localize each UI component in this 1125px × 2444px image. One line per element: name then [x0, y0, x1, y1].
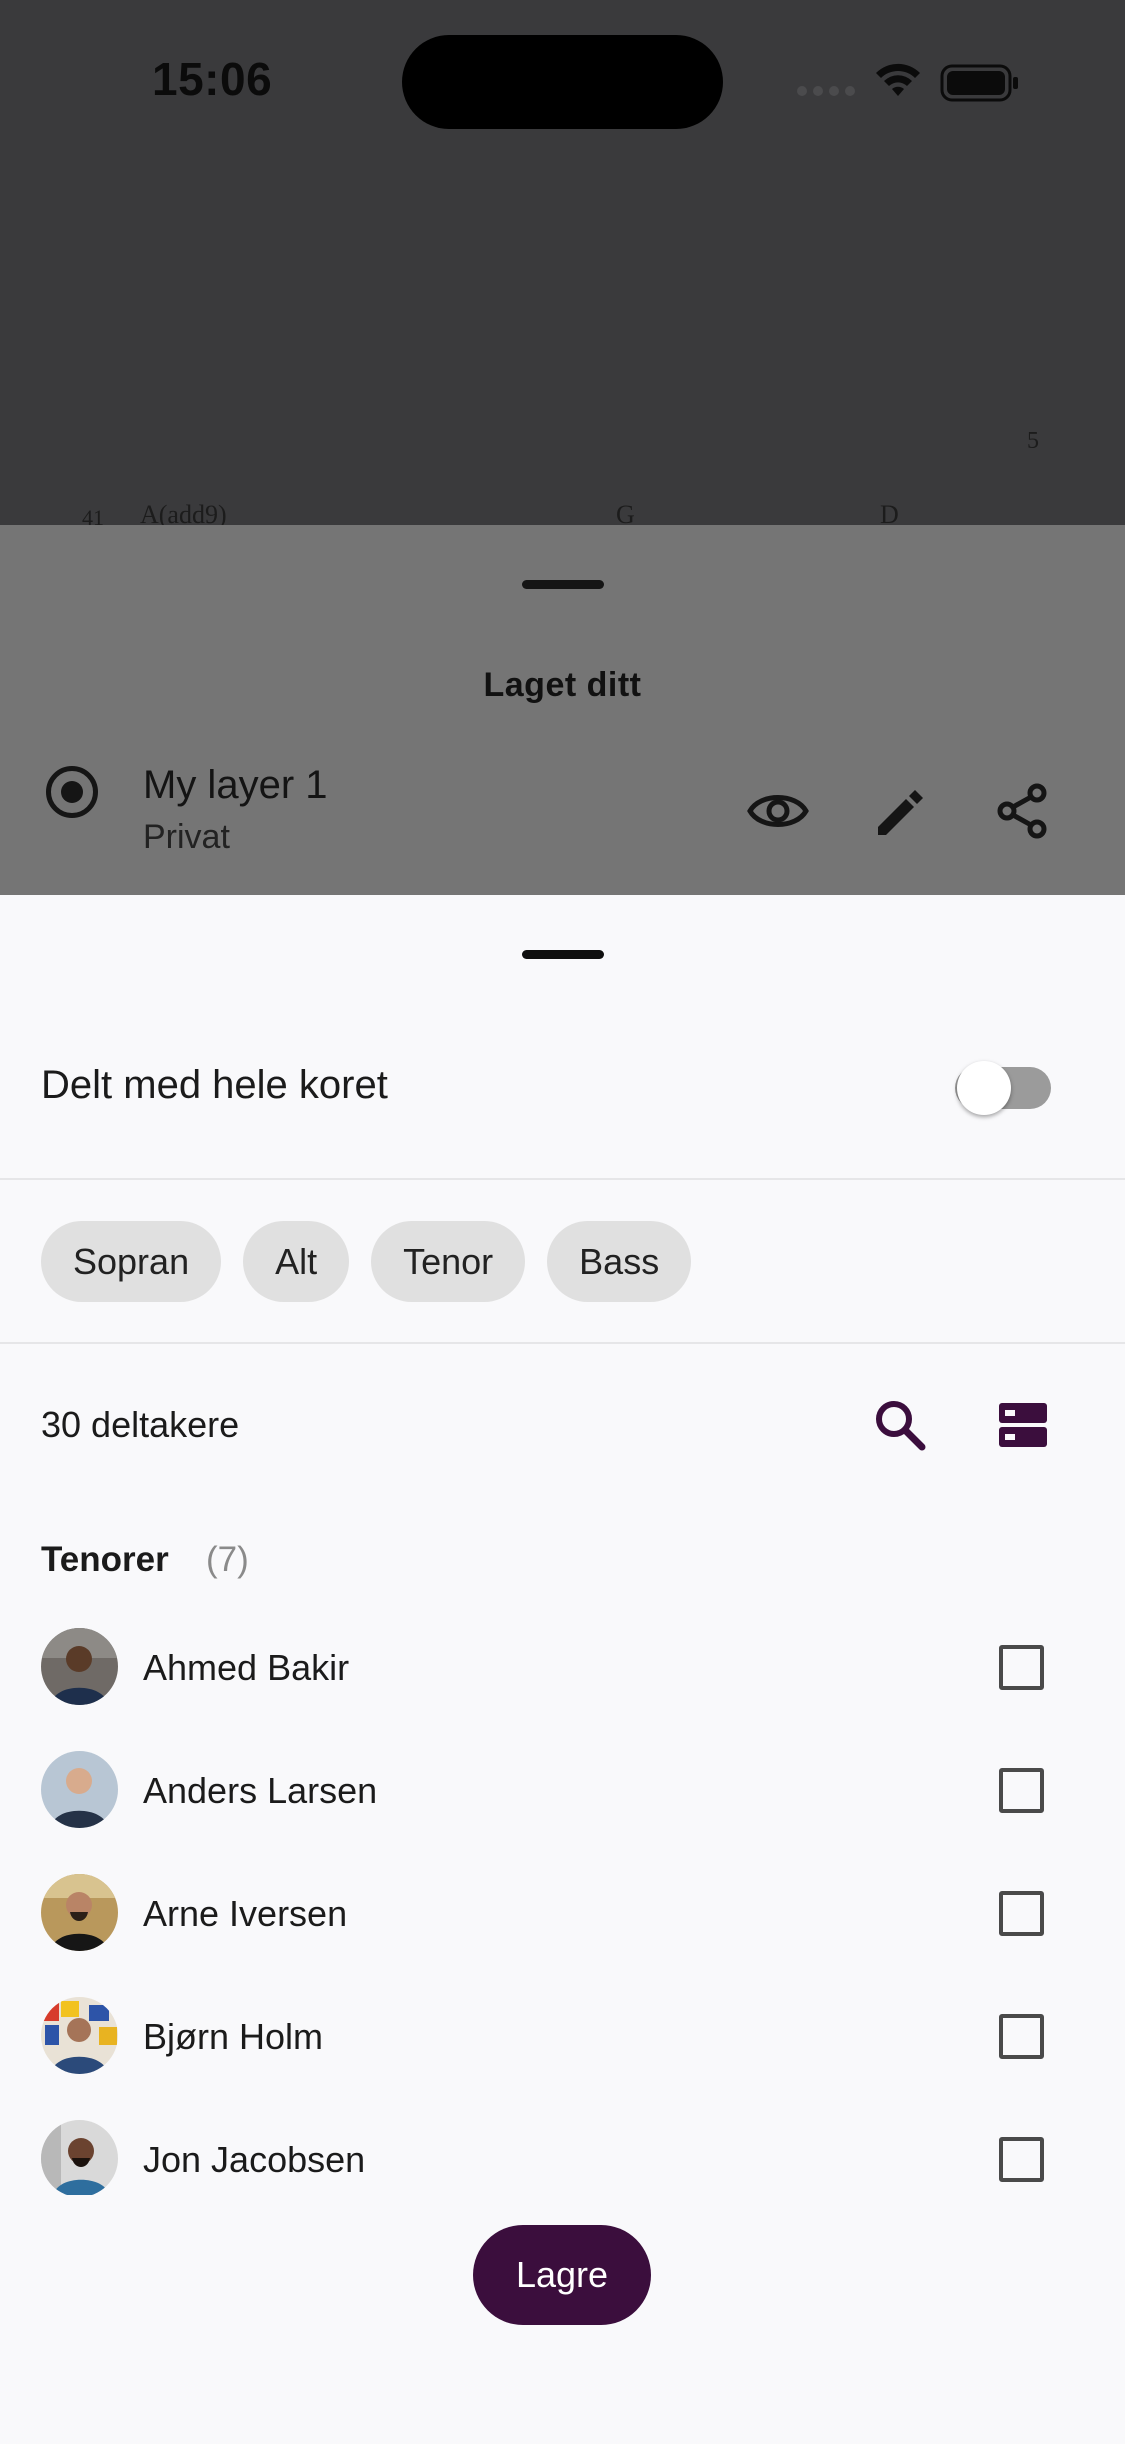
eye-icon[interactable] [746, 779, 810, 843]
pencil-icon[interactable] [868, 779, 932, 843]
avatar [41, 1751, 118, 1828]
member-checkbox[interactable] [999, 1891, 1044, 1936]
avatar [41, 1997, 118, 2074]
group-count: (7) [206, 1540, 249, 1579]
share-all-toggle-knob[interactable] [957, 1061, 1011, 1115]
member-list: Ahmed Bakir Anders Larsen Arne Iversen B… [0, 1605, 1125, 2195]
list-item[interactable]: Jon Jacobsen [0, 2097, 1125, 2195]
list-item[interactable]: Ahmed Bakir [0, 1605, 1125, 1728]
divider [0, 1178, 1125, 1180]
layer-visibility: Privat [143, 818, 230, 856]
chip-alt[interactable]: Alt [243, 1221, 350, 1302]
dynamic-island [402, 35, 723, 129]
wifi-icon [876, 63, 920, 96]
member-checkbox[interactable] [999, 1645, 1044, 1690]
avatar [41, 1628, 118, 1705]
search-icon[interactable] [870, 1395, 930, 1455]
member-checkbox[interactable] [999, 2014, 1044, 2059]
divider [0, 1342, 1125, 1344]
battery-icon [940, 64, 1018, 102]
member-name: Anders Larsen [143, 1770, 378, 1811]
member-name: Bjørn Holm [143, 2016, 324, 2057]
status-time: 15:06 [152, 53, 273, 105]
layer-name: My layer 1 [143, 763, 328, 807]
share-sheet-drag-handle[interactable] [522, 950, 604, 959]
cellular-signal-icon [797, 86, 857, 96]
member-checkbox[interactable] [999, 2137, 1044, 2182]
save-button[interactable]: Lagre [473, 2225, 651, 2325]
chip-tenor[interactable]: Tenor [371, 1221, 526, 1302]
member-checkbox[interactable] [999, 1768, 1044, 1813]
member-name: Jon Jacobsen [143, 2139, 366, 2180]
list-item[interactable]: Arne Iversen [0, 1851, 1125, 1974]
radio-selected-icon[interactable] [46, 766, 98, 818]
participants-count: 30 deltakere [41, 1404, 240, 1445]
score-page-number: 5 [1027, 428, 1039, 454]
group-view-icon[interactable] [993, 1395, 1053, 1455]
layer-panel-drag-handle[interactable] [522, 580, 604, 589]
list-item[interactable]: Anders Larsen [0, 1728, 1125, 1851]
member-name: Ahmed Bakir [143, 1647, 350, 1688]
chip-sopran[interactable]: Sopran [41, 1221, 222, 1302]
voice-filter-chips: Sopran Alt Tenor Bass [41, 1221, 692, 1302]
avatar [41, 2120, 118, 2195]
layer-panel-title: Laget ditt [483, 666, 642, 704]
share-icon[interactable] [991, 779, 1055, 843]
member-name: Arne Iversen [143, 1893, 348, 1934]
share-all-label: Delt med hele koret [41, 1063, 388, 1107]
chip-bass[interactable]: Bass [547, 1221, 692, 1302]
avatar [41, 1874, 118, 1951]
group-title: Tenorer [41, 1540, 169, 1579]
list-item[interactable]: Bjørn Holm [0, 1974, 1125, 2097]
